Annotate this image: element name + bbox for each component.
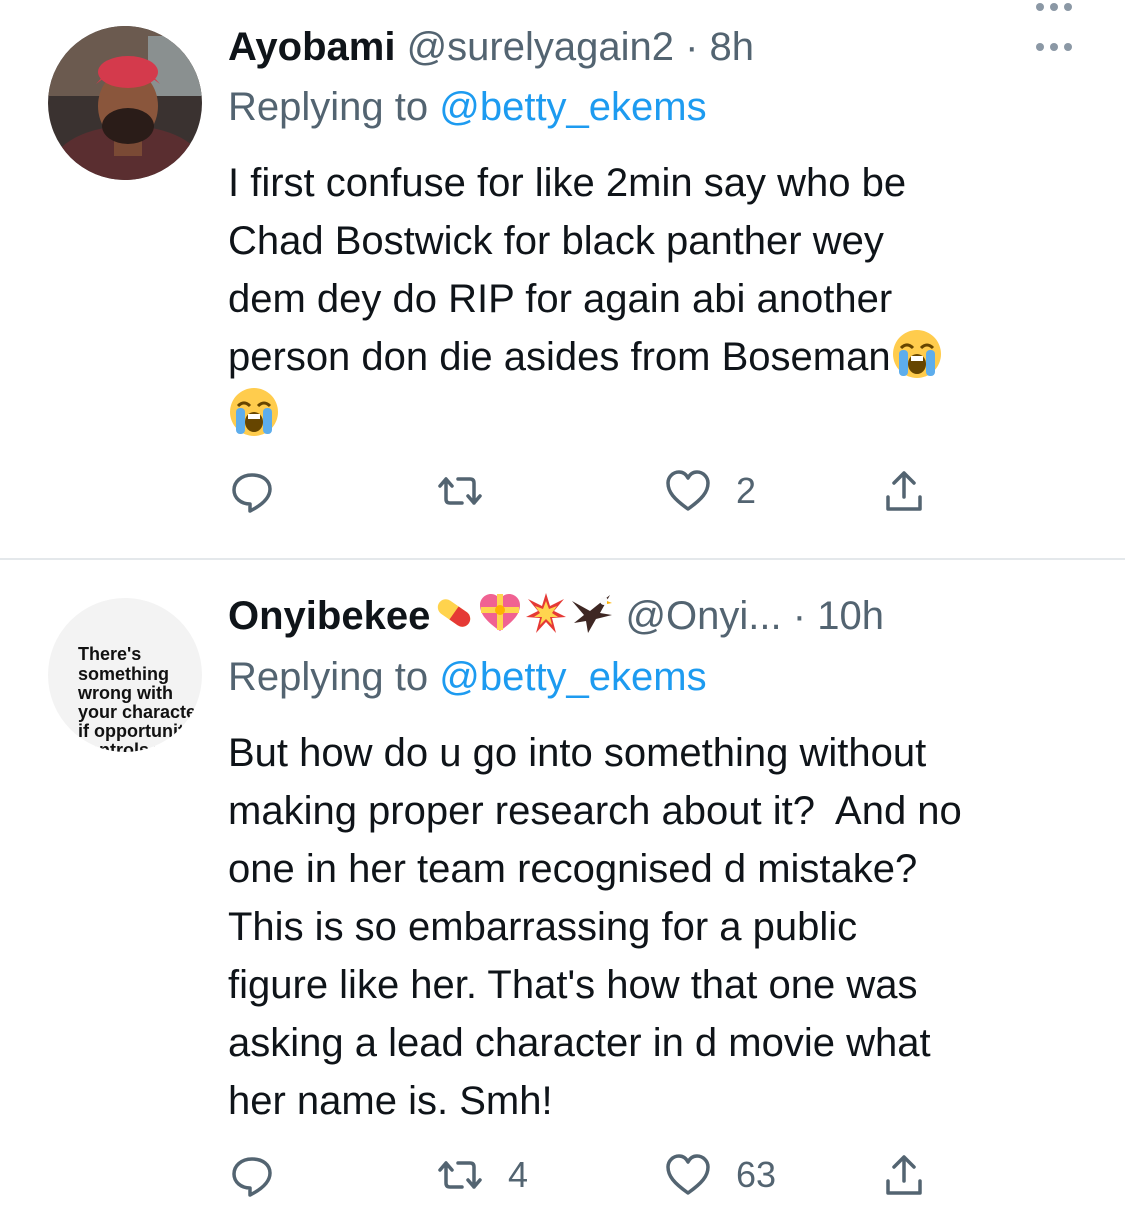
- like-count: 2: [736, 470, 757, 511]
- retweet-button[interactable]: 4: [436, 1150, 528, 1200]
- retweet-button[interactable]: [436, 466, 508, 516]
- eagle-icon: [572, 595, 613, 633]
- avatar-quote-line: controls your: [78, 740, 193, 752]
- like-count: 63: [736, 1154, 777, 1195]
- avatar-quote-image: There's something wrong with your charac…: [48, 598, 202, 752]
- tweet-text-line: Chad Bostwick for black panther wey: [228, 219, 884, 263]
- like-button[interactable]: 63: [664, 1150, 776, 1200]
- avatar-quote-line: There's: [78, 644, 141, 664]
- heart-with-ribbon-icon: [480, 594, 521, 631]
- tweet-actions: 4 63: [228, 1150, 948, 1200]
- heart-icon: [666, 1154, 710, 1195]
- avatar-quote-line: your character: [78, 702, 202, 722]
- share-button[interactable]: [880, 466, 928, 516]
- avatar-photo: [48, 26, 202, 180]
- replying-to-mention[interactable]: @betty_ekems: [439, 655, 706, 699]
- pill-icon: [438, 599, 471, 627]
- replying-to: Replying to @betty_ekems: [228, 652, 707, 702]
- tweet-text-line: I first confuse for like 2min say who be: [228, 161, 907, 205]
- share-icon: [886, 471, 922, 511]
- user-handle[interactable]: @Onyi...: [625, 594, 781, 638]
- share-icon: [886, 1155, 922, 1195]
- tweet-text: I first confuse for like 2min say who be…: [228, 154, 1088, 444]
- name-emojis: [430, 591, 614, 647]
- replying-to-mention[interactable]: @betty_ekems: [439, 85, 706, 129]
- reply-button[interactable]: [228, 466, 300, 516]
- reply-icon: [232, 1157, 272, 1197]
- avatar-quote-line: something: [78, 664, 169, 684]
- timestamp[interactable]: 8h: [710, 25, 755, 69]
- share-button[interactable]: [880, 1150, 928, 1200]
- replying-to-label: Replying to: [228, 85, 440, 129]
- tweet-header: Ayobami @surelyagain2 · 8h: [228, 22, 1085, 72]
- timestamp[interactable]: 10h: [817, 594, 884, 638]
- user-handle[interactable]: @surelyagain2: [407, 25, 674, 69]
- tweet-text: But how do u go into something without m…: [228, 731, 962, 1123]
- like-button[interactable]: 2: [664, 466, 756, 516]
- reply-icon: [232, 473, 272, 513]
- display-name[interactable]: Ayobami: [228, 25, 395, 69]
- loudly-crying-face-icon: [230, 388, 278, 436]
- tweet-text-line: dem dey do RIP for again abi another: [228, 277, 893, 321]
- reply-button[interactable]: [228, 1150, 300, 1200]
- separator-dot: ·: [674, 25, 710, 69]
- avatar[interactable]: [48, 26, 202, 180]
- avatar-quote-line: wrong with: [77, 683, 173, 703]
- more-options-icon[interactable]: [1029, 0, 1079, 14]
- collision-icon: [526, 593, 567, 633]
- tweet[interactable]: Ayobami @surelyagain2 · 8h Replying to @…: [0, 0, 1125, 558]
- tweet-header: Onyibekee @Onyi... · 10h: [228, 591, 1085, 641]
- retweet-icon: [438, 1161, 482, 1189]
- tweet-text-line: person don die asides from Boseman: [228, 335, 891, 379]
- retweet-icon: [438, 477, 482, 505]
- retweet-count: 4: [508, 1154, 529, 1195]
- separator-dot: ·: [781, 594, 818, 638]
- more-options-icon[interactable]: [1029, 40, 1079, 54]
- heart-icon: [666, 470, 710, 511]
- avatar-quote-line: if opportunity: [78, 721, 194, 741]
- display-name[interactable]: Onyibekee: [228, 594, 430, 638]
- avatar[interactable]: There's something wrong with your charac…: [48, 598, 202, 752]
- tweet[interactable]: There's something wrong with your charac…: [0, 560, 1125, 1220]
- replying-to-label: Replying to: [228, 655, 440, 699]
- loudly-crying-face-icon: [892, 330, 941, 378]
- tweet-actions: 2: [228, 466, 948, 516]
- replying-to: Replying to @betty_ekems: [228, 82, 707, 132]
